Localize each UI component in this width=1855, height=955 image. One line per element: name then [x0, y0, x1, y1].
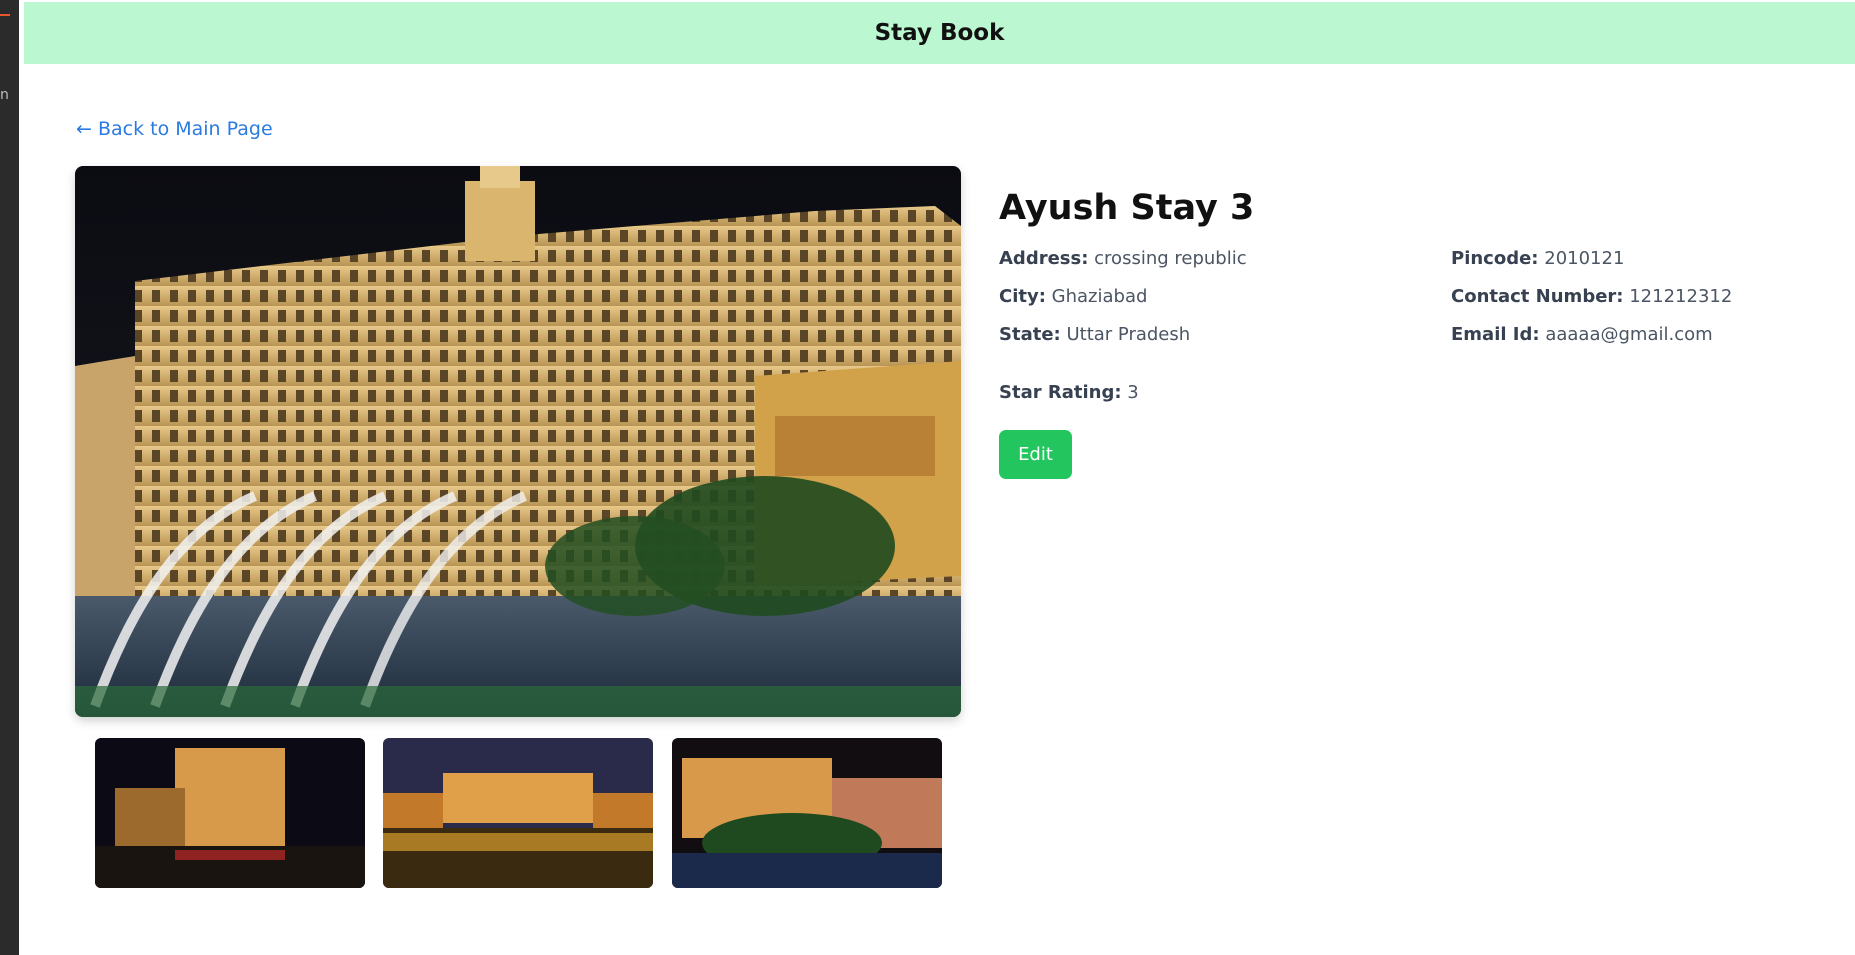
city-value: Ghaziabad — [1051, 286, 1148, 307]
stay-name: Ayush Stay 3 — [999, 188, 1255, 228]
hotel-thumbnail-1[interactable] — [95, 738, 365, 888]
address-label: Address: — [999, 248, 1089, 269]
main-hotel-photo — [75, 166, 961, 717]
contact-number-field: Contact Number: 121212312 — [1451, 286, 1732, 307]
star-rating-value: 3 — [1127, 382, 1139, 403]
pincode-field: Pincode: 2010121 — [1451, 248, 1624, 269]
stay-details: Ayush Stay 3 Address: crossing republic … — [999, 184, 1819, 479]
hotel-thumbnail-3[interactable] — [672, 738, 942, 888]
email-label: Email Id: — [1451, 324, 1540, 345]
side-strip-accent — [0, 14, 10, 16]
email-value: aaaaa@gmail.com — [1545, 324, 1713, 345]
city-field: City: Ghaziabad — [999, 286, 1147, 307]
state-field: State: Uttar Pradesh — [999, 324, 1190, 345]
pincode-value: 2010121 — [1544, 248, 1625, 269]
contact-number-value: 121212312 — [1629, 286, 1733, 307]
city-label: City: — [999, 286, 1046, 307]
state-label: State: — [999, 324, 1061, 345]
app-header: Stay Book — [24, 2, 1855, 64]
email-field: Email Id: aaaaa@gmail.com — [1451, 324, 1713, 345]
star-rating-label: Star Rating: — [999, 382, 1122, 403]
editor-side-strip: n — [0, 0, 19, 955]
back-to-main-link[interactable]: ← Back to Main Page — [76, 118, 273, 140]
brand-title: Stay Book — [874, 20, 1005, 46]
pincode-label: Pincode: — [1451, 248, 1539, 269]
hotel-thumbnail-2[interactable] — [383, 738, 653, 888]
address-value: crossing republic — [1094, 248, 1247, 269]
edit-button[interactable]: Edit — [999, 430, 1072, 479]
state-value: Uttar Pradesh — [1066, 324, 1191, 345]
side-strip-glyph: n — [0, 87, 9, 103]
contact-number-label: Contact Number: — [1451, 286, 1624, 307]
address-field: Address: crossing republic — [999, 248, 1247, 269]
star-rating-field: Star Rating: 3 — [999, 382, 1139, 403]
